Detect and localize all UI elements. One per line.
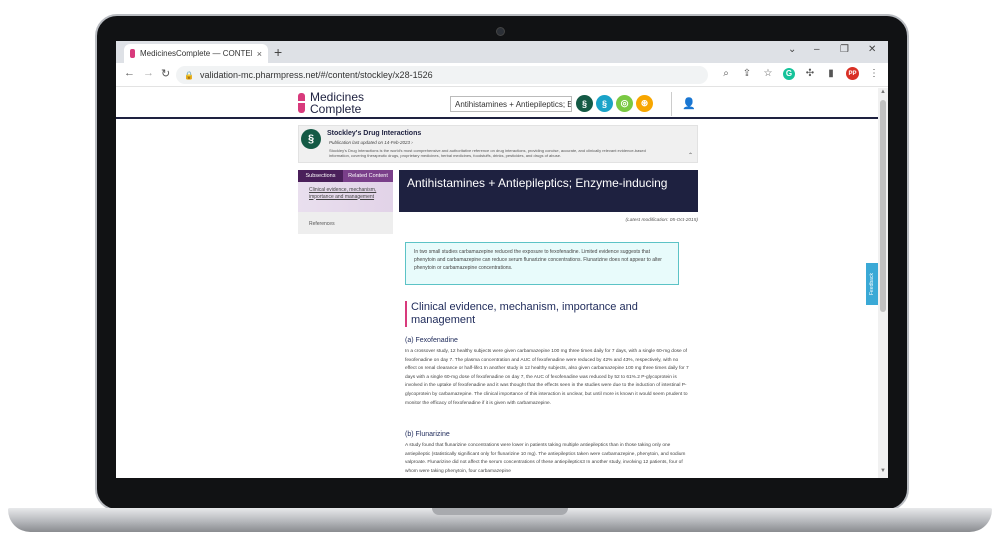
browser-tab[interactable]: MedicinesComplete — CONTENT × [124, 44, 268, 63]
new-tab-button[interactable]: + [274, 44, 282, 60]
browser-toolbar: ← → ↻ 🔒 validation-mc.pharmpress.net/#/c… [116, 63, 888, 87]
subheading-flunarizine: (b) Flunarizine [405, 431, 450, 438]
restore-icon[interactable]: ❐ [840, 44, 849, 55]
subheading-fexofenadine: (a) Fexofenadine [405, 337, 458, 344]
collapse-chevron-icon[interactable]: ⌃ [688, 152, 693, 159]
publication-icons: § § ◎ ⊛ [576, 95, 653, 112]
site-logo-text[interactable]: Medicines Complete [310, 91, 364, 115]
lock-icon: 🔒 [184, 70, 194, 80]
summary-box: In two small studies carbamazepine reduc… [405, 242, 679, 285]
user-account-icon[interactable]: 👤 [682, 97, 696, 110]
tab-search-icon[interactable]: ⌄ [788, 44, 796, 55]
scroll-down-arrow-icon[interactable]: ▼ [880, 468, 886, 474]
tab-strip: MedicinesComplete — CONTENT × + ⌄ – ❐ ✕ [116, 41, 888, 63]
laptop-notch [432, 508, 568, 515]
bnf-publication-icon[interactable]: § [596, 95, 613, 112]
menu-kebab-icon[interactable]: ⋮ [868, 68, 880, 79]
forward-arrow-icon[interactable]: → [143, 67, 154, 79]
publication-date[interactable]: Publication last updated on 14-Feb-2023 … [329, 140, 413, 145]
article-title-bar: Antihistamines + Antiepileptics; Enzyme-… [399, 170, 698, 212]
tab-title: MedicinesComplete — CONTENT [140, 49, 252, 58]
web-page: Medicines Complete Antihistamines + Anti… [116, 88, 888, 478]
share-icon[interactable]: ⇪ [741, 68, 753, 79]
section-heading: Clinical evidence, mechanism, importance… [405, 301, 695, 327]
site-header: Medicines Complete Antihistamines + Anti… [116, 88, 878, 119]
stockley-logo-icon: § [301, 129, 321, 149]
scroll-thumb[interactable] [880, 100, 886, 312]
publication-title[interactable]: Stockley's Drug Interactions [327, 130, 421, 137]
url-text[interactable]: validation-mc.pharmpress.net/#/content/s… [200, 70, 433, 80]
sidebar-item-clinical-evidence[interactable]: Clinical evidence, mechanism, importance… [309, 187, 389, 200]
tab-related-content[interactable]: Related Content [343, 170, 393, 182]
sidebar-item-references[interactable]: References [309, 221, 335, 227]
tab-subsections[interactable]: Subsections [298, 170, 343, 182]
minimize-icon[interactable]: – [814, 44, 820, 55]
feedback-button[interactable]: Feedback [866, 263, 878, 305]
side-panel-icon[interactable]: ▮ [825, 68, 837, 79]
page-scrollbar[interactable]: ▲ ▼ [878, 88, 888, 478]
header-divider [671, 92, 672, 116]
medicines-complete-logo-icon[interactable] [298, 93, 305, 113]
last-modified: (Latest modification: 05-Oct-2015) [625, 218, 698, 223]
screen: MedicinesComplete — CONTENT × + ⌄ – ❐ ✕ … [116, 41, 888, 478]
sidebar-list: Clinical evidence, mechanism, importance… [298, 182, 393, 234]
article-title: Antihistamines + Antiepileptics; Enzyme-… [407, 176, 668, 190]
toolbar-icons: ⌕ ⇪ ☆ G ✣ ▮ PP ⋮ [720, 67, 880, 80]
site-favicon-icon [130, 49, 135, 58]
reload-icon[interactable]: ↻ [161, 67, 170, 80]
grammarly-extension-icon[interactable]: G [783, 67, 795, 80]
herbal-publication-icon[interactable]: ◎ [616, 95, 633, 112]
tab-close-button[interactable]: × [257, 49, 262, 59]
search-input[interactable]: Antihistamines + Antiepileptics; Enz [450, 96, 572, 112]
scroll-up-arrow-icon[interactable]: ▲ [880, 89, 886, 95]
stockley-publication-icon[interactable]: § [576, 95, 593, 112]
back-arrow-icon[interactable]: ← [124, 67, 135, 79]
logo-line-2: Complete [310, 102, 362, 116]
sidebar-tabs: Subsections Related Content [298, 170, 393, 182]
camera-icon [496, 27, 505, 36]
extensions-puzzle-icon[interactable]: ✣ [804, 68, 816, 79]
profile-avatar[interactable]: PP [846, 67, 859, 80]
bookmark-star-icon[interactable]: ☆ [762, 68, 774, 79]
paragraph-flunarizine: A study found that flunarizine concentra… [405, 443, 686, 474]
publication-banner: § Stockley's Drug Interactions Publicati… [298, 125, 698, 163]
martindale-publication-icon[interactable]: ⊛ [636, 95, 653, 112]
paragraph-fexofenadine: In a crossover study, 12 healthy subject… [405, 349, 689, 406]
zoom-icon[interactable]: ⌕ [720, 68, 732, 79]
publication-description: Stockley's Drug Interactions is the worl… [329, 148, 646, 158]
address-bar[interactable]: 🔒 validation-mc.pharmpress.net/#/content… [176, 66, 708, 84]
close-window-icon[interactable]: ✕ [868, 44, 876, 55]
